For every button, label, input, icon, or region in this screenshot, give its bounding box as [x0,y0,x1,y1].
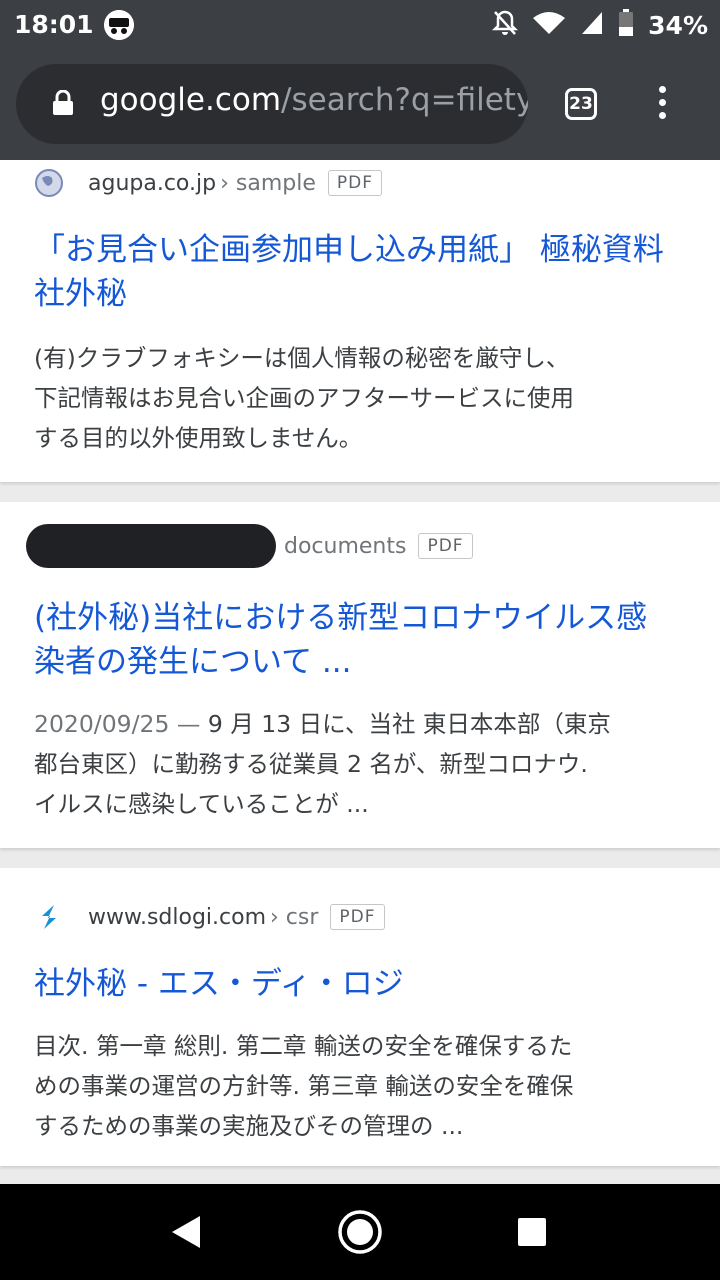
status-time: 18:01 [14,10,94,39]
result-title-link[interactable]: 「お見合い企画参加申し込み用紙」 極秘資料 社外秘 [34,228,674,316]
recents-icon[interactable] [517,1217,547,1251]
result-title-link[interactable]: 社外秘 - エス・ディ・ロジ [34,962,674,1006]
status-bar: 18:01 34% [0,0,720,52]
result-domain: www.sdlogi.com [88,904,267,930]
battery-percent: 34% [648,10,708,40]
result-path: documents [284,533,407,559]
pdf-badge: PDF [327,170,382,196]
result-date: 2020/09/25 — [34,710,201,738]
url-path: /search?q=filetyp [281,82,528,118]
snippet-line: (有)クラブフォキシーは個人情報の秘密を厳守し、 [34,344,570,372]
pdf-badge: PDF [418,533,473,559]
signal-icon [580,10,604,40]
result-title-link[interactable]: (社外秘)当社における新型コロナウイルス感染者の発生について ... [34,596,674,684]
snippet-line: 下記情報はお見合い企画のアフターサービスに使用 [34,384,575,412]
globe-favicon-icon [34,168,64,198]
result-domain: agupa.co.jp [88,170,217,196]
result-source[interactable]: agupa.co.jp › sample PDF [34,166,382,200]
snippet-line: イルスに感染していることが ... [34,790,369,818]
snippet-line: 9 月 13 日に、当社 東日本本部（東京 [200,710,611,738]
navigation-bar [0,1184,720,1280]
result-path: › sample [220,170,316,196]
notifications-off-icon [492,9,519,41]
result-source[interactable]: documents PDF [26,524,473,568]
snippet-line: 都台東区）に勤務する従業員 2 名が、新型コロナウ. [34,750,588,778]
sdlogi-favicon-icon [34,902,64,932]
url-text: google.com/search?q=filetyp [100,82,528,118]
result-path: › csr [270,904,319,930]
redacted-domain [26,524,276,568]
result-snippet: 目次. 第一章 総則. 第二章 輸送の安全を確保するた めの事業の運営の方針等.… [34,1026,684,1146]
snippet-line: する目的以外使用致しません。 [34,424,363,452]
snippet-line: めの事業の運営の方針等. 第三章 輸送の安全を確保 [34,1072,574,1100]
browser-toolbar: google.com/search?q=filetyp 23 [0,52,720,160]
tab-switcher-button[interactable]: 23 [565,88,597,120]
search-result-card: documents PDF (社外秘)当社における新型コロナウイルス感染者の発生… [0,502,720,848]
overflow-menu-button[interactable] [652,86,672,126]
result-source[interactable]: www.sdlogi.com › csr PDF [34,900,385,934]
snippet-line: するための事業の実施及びその管理の ... [34,1112,464,1140]
result-snippet: 2020/09/25 — 9 月 13 日に、当社 東日本本部（東京 都台東区）… [34,704,684,824]
snippet-line: 目次. 第一章 総則. 第二章 輸送の安全を確保するた [34,1032,573,1060]
pdf-badge: PDF [330,904,385,930]
battery-icon [618,9,634,41]
home-icon[interactable] [337,1209,383,1259]
result-snippet: (有)クラブフォキシーは個人情報の秘密を厳守し、 下記情報はお見合い企画のアフタ… [34,338,684,458]
url-host: google.com [100,82,282,118]
lock-icon [52,89,74,120]
wifi-icon [532,10,566,40]
address-bar[interactable]: google.com/search?q=filetyp [16,64,528,144]
search-result-card: www.sdlogi.com › csr PDF 社外秘 - エス・ディ・ロジ … [0,868,720,1166]
app-notification-icon [104,10,134,40]
back-icon[interactable] [170,1214,202,1254]
search-result-card: agupa.co.jp › sample PDF 「お見合い企画参加申し込み用紙… [0,160,720,482]
